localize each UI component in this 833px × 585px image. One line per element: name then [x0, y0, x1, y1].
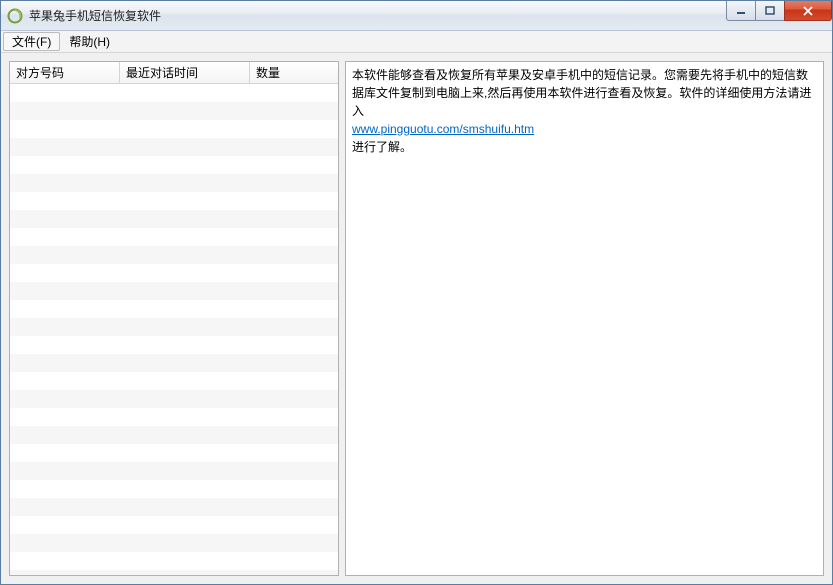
- menu-bar: 文件(F) 帮助(H): [1, 31, 832, 53]
- table-header: 对方号码 最近对话时间 数量: [10, 62, 338, 84]
- window-controls: [727, 1, 832, 21]
- menu-help[interactable]: 帮助(H): [60, 31, 119, 52]
- info-text-part2: 进行了解。: [352, 138, 817, 156]
- close-button[interactable]: [784, 1, 832, 21]
- close-icon: [802, 6, 814, 16]
- col-phone-number[interactable]: 对方号码: [10, 62, 120, 83]
- minimize-icon: [736, 7, 746, 15]
- app-window: 苹果兔手机短信恢复软件 文件(F) 帮助(H) 对方号码 最近对话时间: [0, 0, 833, 585]
- app-icon: [7, 8, 23, 24]
- col-count[interactable]: 数量: [250, 62, 338, 83]
- info-panel: 本软件能够查看及恢复所有苹果及安卓手机中的短信记录。您需要先将手机中的短信数据库…: [345, 61, 824, 576]
- info-link[interactable]: www.pingguotu.com/smshuifu.htm: [352, 120, 817, 138]
- maximize-icon: [765, 6, 775, 16]
- conversation-list-panel: 对方号码 最近对话时间 数量: [9, 61, 339, 576]
- window-title: 苹果兔手机短信恢复软件: [29, 7, 161, 24]
- title-bar[interactable]: 苹果兔手机短信恢复软件: [1, 1, 832, 31]
- menu-file[interactable]: 文件(F): [3, 32, 60, 51]
- table-body[interactable]: [10, 84, 338, 575]
- maximize-button[interactable]: [755, 1, 785, 21]
- minimize-button[interactable]: [726, 1, 756, 21]
- info-text-part1: 本软件能够查看及恢复所有苹果及安卓手机中的短信记录。您需要先将手机中的短信数据库…: [352, 66, 817, 120]
- col-last-time[interactable]: 最近对话时间: [120, 62, 250, 83]
- client-area: 对方号码 最近对话时间 数量 本软件能够查看及恢复所有苹果及安卓手机中的短信记录…: [1, 53, 832, 584]
